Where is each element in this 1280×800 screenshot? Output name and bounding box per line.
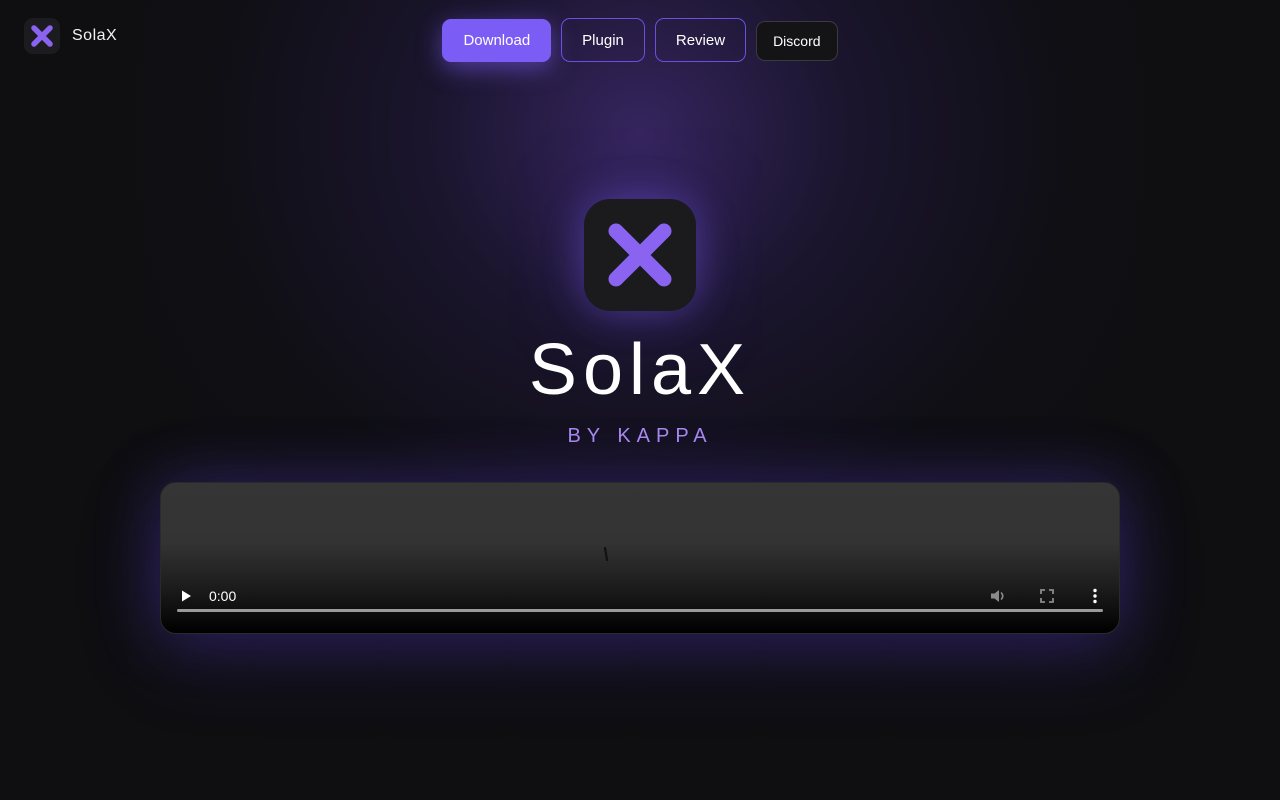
more-icon[interactable] xyxy=(1086,587,1104,605)
volume-icon[interactable] xyxy=(989,587,1007,605)
hero-title: SolaX xyxy=(528,330,752,410)
top-nav: Download Plugin Review Discord xyxy=(0,18,1280,62)
video-player[interactable]: 0:00 xyxy=(160,482,1120,634)
download-button[interactable]: Download xyxy=(442,19,552,62)
play-icon[interactable] xyxy=(179,589,193,603)
page: SolaX Download Plugin Review Discord Sol… xyxy=(0,0,1280,800)
fullscreen-icon[interactable] xyxy=(1038,587,1056,605)
hero-subtitle: BY KAPPA xyxy=(567,425,713,447)
x-logo-icon xyxy=(608,223,672,287)
hero-logo xyxy=(584,199,696,311)
video-controls: 0:00 xyxy=(161,573,1119,633)
video-time: 0:00 xyxy=(209,588,237,604)
plugin-button[interactable]: Plugin xyxy=(561,18,645,62)
loading-spinner-icon xyxy=(604,547,608,561)
review-button[interactable]: Review xyxy=(654,18,747,62)
discord-button[interactable]: Discord xyxy=(756,21,838,61)
video-progress-bar[interactable] xyxy=(177,609,1103,612)
